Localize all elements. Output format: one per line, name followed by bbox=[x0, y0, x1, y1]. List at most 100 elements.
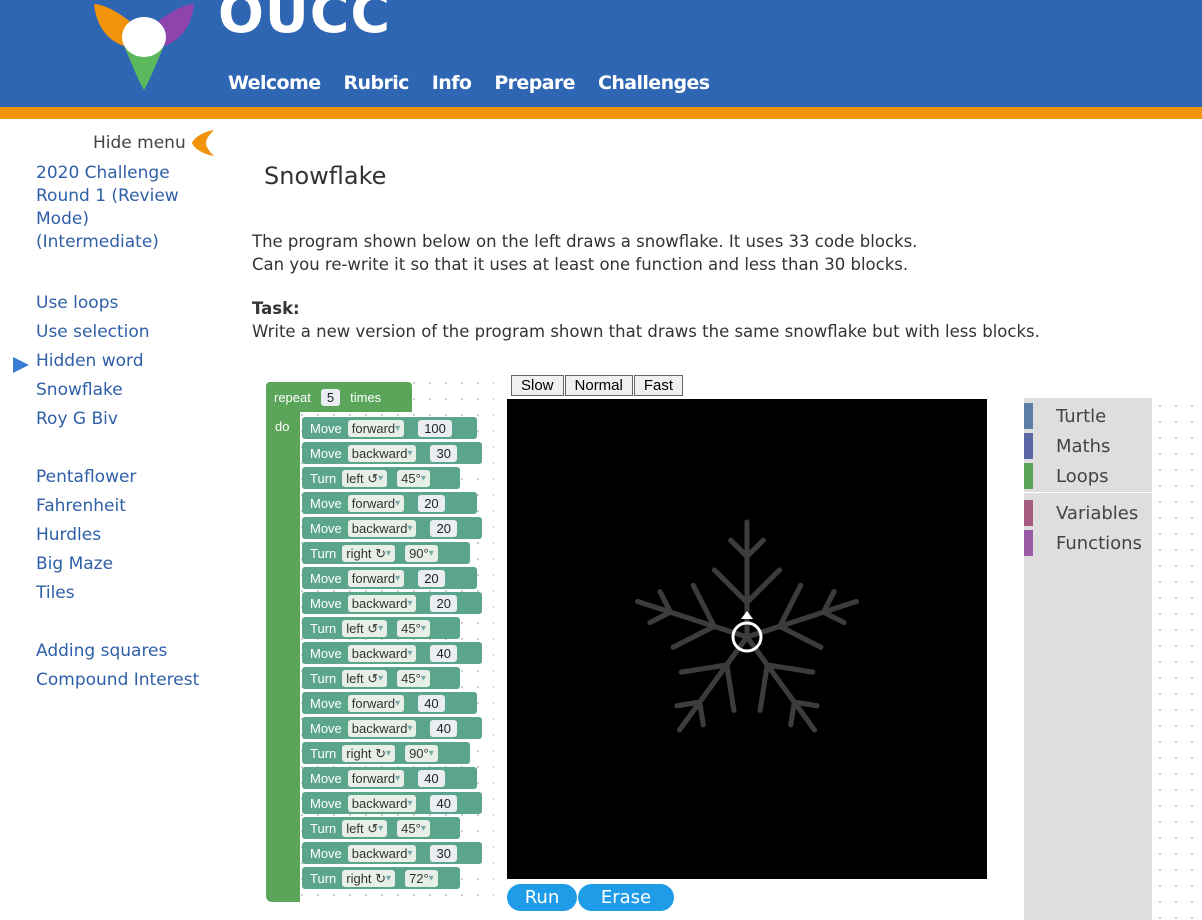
distance-input[interactable]: 20 bbox=[418, 494, 445, 512]
distance-input[interactable]: 30 bbox=[430, 444, 457, 462]
blockly-toolbox: Turtle Maths Loops Variables Functions bbox=[1024, 398, 1152, 920]
sidebar-item-use-selection[interactable]: Use selection bbox=[36, 318, 226, 347]
sidebar-item-use-loops[interactable]: Use loops bbox=[36, 289, 226, 318]
sidebar-item-hurdles[interactable]: Hurdles bbox=[36, 521, 226, 550]
erase-button[interactable]: Erase bbox=[578, 884, 674, 911]
sidebar-item-adding-squares[interactable]: Adding squares bbox=[36, 637, 226, 666]
angle-dropdown[interactable]: 45° ▾ bbox=[397, 819, 430, 837]
snowflake-stroke bbox=[674, 699, 703, 709]
direction-dropdown[interactable]: backward ▾ bbox=[347, 594, 417, 612]
distance-input[interactable]: 40 bbox=[418, 769, 445, 787]
move-block[interactable]: Move forward ▾ 20 bbox=[302, 492, 477, 514]
toolbox-turtle[interactable]: Turtle bbox=[1024, 402, 1106, 430]
move-block[interactable]: Move backward ▾ 20 bbox=[302, 592, 482, 614]
sidebar-item-fahrenheit[interactable]: Fahrenheit bbox=[36, 492, 226, 521]
angle-dropdown[interactable]: 90° ▾ bbox=[405, 744, 438, 762]
course-title-link[interactable]: 2020 Challenge Round 1 (Review Mode) (In… bbox=[36, 162, 211, 254]
collapse-menu-icon[interactable] bbox=[192, 130, 214, 156]
turn-block[interactable]: Turn left ↺ ▾ 45° ▾ bbox=[302, 667, 460, 689]
move-block[interactable]: Move backward ▾ 40 bbox=[302, 717, 482, 739]
toolbox-functions[interactable]: Functions bbox=[1024, 529, 1142, 557]
distance-input[interactable]: 40 bbox=[418, 694, 445, 712]
turn-block[interactable]: Turn left ↺ ▾ 45° ▾ bbox=[302, 467, 460, 489]
turn-label: Turn bbox=[310, 870, 337, 886]
toolbox-loops[interactable]: Loops bbox=[1024, 462, 1109, 490]
nav-challenges[interactable]: Challenges bbox=[598, 72, 710, 94]
direction-dropdown[interactable]: backward ▾ bbox=[347, 794, 417, 812]
move-block[interactable]: Move backward ▾ 40 bbox=[302, 792, 482, 814]
direction-dropdown[interactable]: forward ▾ bbox=[347, 494, 405, 512]
normal-speed-button[interactable]: Normal bbox=[564, 375, 633, 396]
direction-dropdown[interactable]: forward ▾ bbox=[347, 569, 405, 587]
direction-dropdown[interactable]: backward ▾ bbox=[347, 519, 417, 537]
repeat-block[interactable]: repeat 5 times bbox=[266, 382, 412, 412]
angle-dropdown[interactable]: 45° ▾ bbox=[397, 619, 430, 637]
direction-dropdown[interactable]: forward ▾ bbox=[347, 769, 405, 787]
sidebar-item-compound-interest[interactable]: Compound Interest bbox=[36, 666, 226, 695]
sidebar-item-roy-g-biv[interactable]: Roy G Biv bbox=[36, 405, 226, 434]
run-button[interactable]: Run bbox=[507, 884, 577, 911]
direction-dropdown[interactable]: right ↻ ▾ bbox=[342, 869, 396, 887]
direction-dropdown[interactable]: backward ▾ bbox=[347, 644, 417, 662]
move-block[interactable]: Move forward ▾ 20 bbox=[302, 567, 477, 589]
toolbox-flyout[interactable] bbox=[1152, 398, 1202, 920]
nav-welcome[interactable]: Welcome bbox=[228, 72, 321, 94]
turn-block[interactable]: Turn right ↻ ▾ 90° ▾ bbox=[302, 542, 470, 564]
direction-dropdown[interactable]: left ↺ ▾ bbox=[342, 469, 388, 487]
direction-dropdown[interactable]: backward ▾ bbox=[347, 444, 417, 462]
nav-rubric[interactable]: Rubric bbox=[343, 72, 409, 94]
move-block[interactable]: Move backward ▾ 30 bbox=[302, 442, 482, 464]
distance-value: 20 bbox=[436, 520, 451, 536]
distance-input[interactable]: 20 bbox=[418, 569, 445, 587]
sidebar-item-tiles[interactable]: Tiles bbox=[36, 579, 226, 608]
direction-dropdown[interactable]: left ↺ ▾ bbox=[342, 819, 388, 837]
distance-input[interactable]: 30 bbox=[430, 844, 457, 862]
direction-dropdown[interactable]: backward ▾ bbox=[347, 719, 417, 737]
sidebar-item-snowflake[interactable]: Snowflake bbox=[36, 376, 226, 405]
angle-dropdown[interactable]: 45° ▾ bbox=[397, 469, 430, 487]
direction-dropdown[interactable]: forward ▾ bbox=[347, 419, 405, 437]
distance-input[interactable]: 20 bbox=[430, 594, 457, 612]
toolbox-maths[interactable]: Maths bbox=[1024, 432, 1110, 460]
angle-dropdown[interactable]: 45° ▾ bbox=[397, 669, 430, 687]
sidebar-item-big-maze[interactable]: Big Maze bbox=[36, 550, 226, 579]
fast-speed-button[interactable]: Fast bbox=[633, 375, 684, 396]
times-label: times bbox=[350, 389, 382, 405]
distance-input[interactable]: 40 bbox=[430, 644, 457, 662]
nav-prepare[interactable]: Prepare bbox=[494, 72, 575, 94]
direction-dropdown[interactable]: forward ▾ bbox=[347, 694, 405, 712]
blockly-workspace[interactable]: repeat 5 times do Move forward ▾ 100 Move ba… bbox=[262, 375, 494, 907]
angle-dropdown[interactable]: 72° ▾ bbox=[405, 869, 438, 887]
turtle-canvas[interactable] bbox=[507, 399, 987, 879]
turn-block[interactable]: Turn left ↺ ▾ 45° ▾ bbox=[302, 617, 460, 639]
direction-dropdown[interactable]: left ↺ ▾ bbox=[342, 669, 388, 687]
direction-value: forward bbox=[351, 695, 396, 711]
move-block[interactable]: Move backward ▾ 20 bbox=[302, 517, 482, 539]
move-block[interactable]: Move forward ▾ 40 bbox=[302, 692, 477, 714]
brand-name[interactable]: OUCC bbox=[218, 0, 391, 45]
nav-info[interactable]: Info bbox=[432, 72, 472, 94]
turn-block[interactable]: Turn right ↻ ▾ 90° ▾ bbox=[302, 742, 470, 764]
direction-dropdown[interactable]: left ↺ ▾ bbox=[342, 619, 388, 637]
hide-menu-label[interactable]: Hide menu bbox=[93, 133, 186, 153]
direction-dropdown[interactable]: right ↻ ▾ bbox=[342, 544, 396, 562]
direction-dropdown[interactable]: right ↻ ▾ bbox=[342, 744, 396, 762]
move-block[interactable]: Move forward ▾ 100 bbox=[302, 417, 477, 439]
move-block[interactable]: Move backward ▾ 40 bbox=[302, 642, 482, 664]
distance-input[interactable]: 100 bbox=[418, 419, 452, 437]
move-block[interactable]: Move forward ▾ 40 bbox=[302, 767, 477, 789]
turn-block[interactable]: Turn left ↺ ▾ 45° ▾ bbox=[302, 817, 460, 839]
slow-speed-button[interactable]: Slow bbox=[511, 375, 564, 396]
distance-input[interactable]: 40 bbox=[430, 794, 457, 812]
toolbox-variables[interactable]: Variables bbox=[1024, 499, 1138, 527]
distance-input[interactable]: 20 bbox=[430, 519, 457, 537]
direction-dropdown[interactable]: backward ▾ bbox=[347, 844, 417, 862]
angle-dropdown[interactable]: 90° ▾ bbox=[405, 544, 438, 562]
repeat-count-input[interactable]: 5 bbox=[320, 388, 341, 406]
distance-input[interactable]: 40 bbox=[430, 719, 457, 737]
oucc-logo[interactable] bbox=[94, 0, 194, 94]
sidebar-item-hidden-word[interactable]: Hidden word bbox=[36, 347, 226, 376]
sidebar-item-pentaflower[interactable]: Pentaflower bbox=[36, 463, 226, 492]
turn-block[interactable]: Turn right ↻ ▾ 72° ▾ bbox=[302, 867, 460, 889]
move-block[interactable]: Move backward ▾ 30 bbox=[302, 842, 482, 864]
